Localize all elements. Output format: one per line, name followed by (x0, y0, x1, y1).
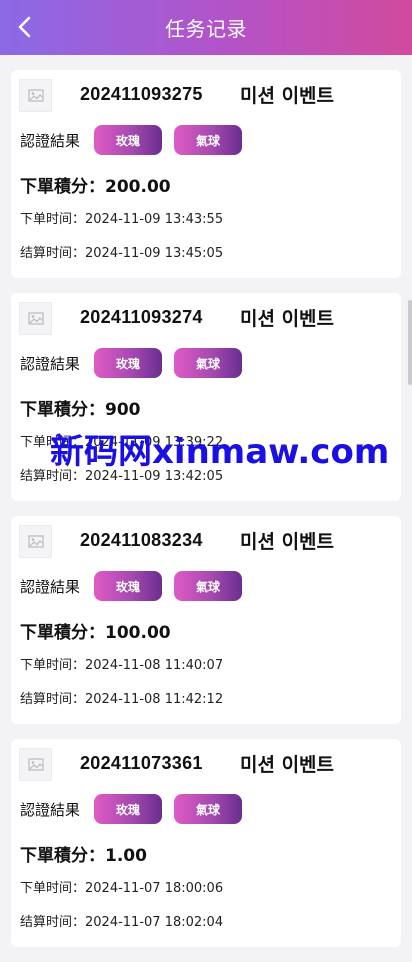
result-label: 認證結果 (20, 131, 81, 150)
record-card[interactable]: 202411093274 미션 이벤트 認證結果 玫瑰 氣球 下單積分：900 … (11, 293, 401, 501)
page-title: 任务记录 (165, 17, 247, 41)
result-label: 認證結果 (20, 577, 81, 596)
settle-time-label: 结算时间： (20, 469, 86, 484)
score-label: 下單積分： (20, 846, 105, 866)
settle-time-value: 2024-11-09 13:45:05 (85, 246, 224, 261)
image-placeholder-icon (19, 748, 52, 781)
score-value: 1.00 (105, 846, 147, 866)
order-score: 下單積分：1.00 (20, 841, 147, 866)
order-score: 下單積分：100.00 (20, 618, 171, 643)
result-tag[interactable]: 玫瑰 (94, 348, 162, 378)
score-label: 下單積分： (20, 177, 105, 197)
order-time-label: 下单时间： (20, 435, 86, 450)
order-time: 下单时间：2024-11-07 18:00:06 (20, 877, 223, 896)
result-tag[interactable]: 玫瑰 (94, 125, 162, 155)
result-label: 認證結果 (20, 354, 81, 373)
top-bar: 任务记录 (0, 0, 412, 55)
score-value: 100.00 (105, 623, 171, 643)
settle-time: 结算时间：2024-11-08 11:42:12 (20, 688, 223, 707)
image-placeholder-icon (19, 302, 52, 335)
settle-time: 结算时间：2024-11-07 18:02:04 (20, 911, 223, 930)
settle-time-value: 2024-11-08 11:42:12 (85, 692, 224, 707)
settle-time: 结算时间：2024-11-09 13:42:05 (20, 465, 223, 484)
order-time-label: 下单时间： (20, 658, 86, 673)
settle-time: 结算时间：2024-11-09 13:45:05 (20, 242, 223, 261)
order-number: 202411093274 (80, 307, 203, 327)
order-time-value: 2024-11-08 11:40:07 (85, 658, 224, 673)
scrollbar[interactable] (408, 300, 412, 385)
result-tag[interactable]: 氣球 (174, 348, 242, 378)
score-label: 下單積分： (20, 400, 105, 420)
result-tag[interactable]: 氣球 (174, 125, 242, 155)
score-label: 下單積分： (20, 623, 105, 643)
record-card[interactable]: 202411073361 미션 이벤트 認證結果 玫瑰 氣球 下單積分：1.00… (11, 739, 401, 947)
task-record-list: 202411093275 미션 이벤트 認證結果 玫瑰 氣球 下單積分：200.… (11, 70, 401, 962)
settle-time-label: 结算时间： (20, 692, 86, 707)
record-card[interactable]: 202411093275 미션 이벤트 認證結果 玫瑰 氣球 下單積分：200.… (11, 70, 401, 278)
settle-time-value: 2024-11-07 18:02:04 (85, 915, 224, 930)
result-row: 認證結果 玫瑰 氣球 (20, 571, 254, 601)
order-time: 下单时间：2024-11-09 13:39:22 (20, 431, 223, 450)
settle-time-value: 2024-11-09 13:42:05 (85, 469, 224, 484)
settle-time-label: 结算时间： (20, 246, 86, 261)
result-tag[interactable]: 玫瑰 (94, 571, 162, 601)
event-name: 미션 이벤트 (240, 85, 335, 107)
event-name: 미션 이벤트 (240, 531, 335, 553)
result-tag[interactable]: 玫瑰 (94, 794, 162, 824)
order-time: 下单时间：2024-11-08 11:40:07 (20, 654, 223, 673)
settle-time-label: 结算时间： (20, 915, 86, 930)
record-card[interactable]: 202411083234 미션 이벤트 認證結果 玫瑰 氣球 下單積分：100.… (11, 516, 401, 724)
order-number: 202411093275 (80, 84, 203, 104)
result-row: 認證結果 玫瑰 氣球 (20, 125, 254, 155)
result-tag[interactable]: 氣球 (174, 794, 242, 824)
chevron-left-icon (18, 16, 31, 38)
result-row: 認證結果 玫瑰 氣球 (20, 794, 254, 824)
result-label: 認證結果 (20, 800, 81, 819)
order-time-label: 下单时间： (20, 881, 86, 896)
event-name: 미션 이벤트 (240, 754, 335, 776)
order-score: 下單積分：900 (20, 395, 141, 420)
result-row: 認證結果 玫瑰 氣球 (20, 348, 254, 378)
order-time-label: 下单时间： (20, 212, 86, 227)
score-value: 200.00 (105, 177, 171, 197)
order-number: 202411073361 (80, 753, 203, 773)
order-time-value: 2024-11-09 13:39:22 (85, 435, 224, 450)
image-placeholder-icon (19, 79, 52, 112)
back-button[interactable] (10, 12, 40, 42)
order-time: 下单时间：2024-11-09 13:43:55 (20, 208, 223, 227)
order-time-value: 2024-11-07 18:00:06 (85, 881, 224, 896)
order-score: 下單積分：200.00 (20, 172, 171, 197)
score-value: 900 (105, 400, 141, 420)
result-tag[interactable]: 氣球 (174, 571, 242, 601)
image-placeholder-icon (19, 525, 52, 558)
order-time-value: 2024-11-09 13:43:55 (85, 212, 224, 227)
order-number: 202411083234 (80, 530, 203, 550)
event-name: 미션 이벤트 (240, 308, 335, 330)
